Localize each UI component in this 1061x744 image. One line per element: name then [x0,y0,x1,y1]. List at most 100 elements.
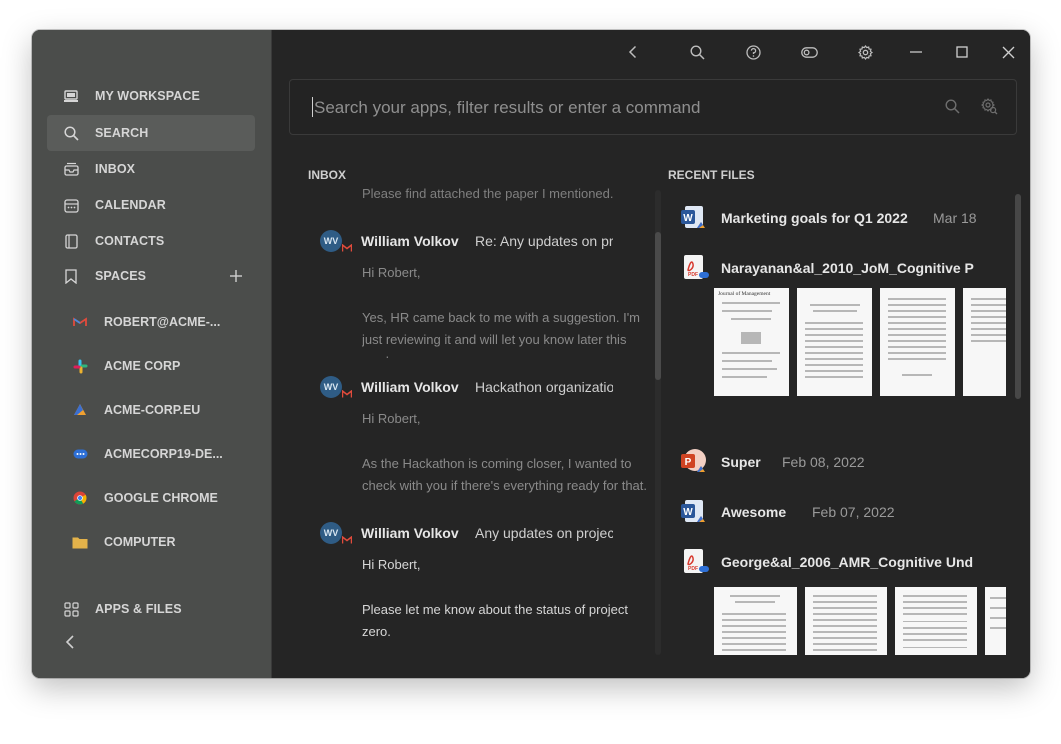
mail-sender: William Volkov [361,233,459,249]
mail-body-line: Hi Robert, [362,557,421,572]
sidebar-item-search[interactable]: SEARCH [47,115,255,151]
space-item-gmail[interactable]: ROBERT@ACME-... [72,304,262,340]
maximize-icon [956,46,968,58]
back-button[interactable] [623,42,643,62]
file-item[interactable]: P Super Feb 08, 2022 [676,448,1006,476]
mail-body: Hi Robert, As the Hackathon is coming cl… [362,408,647,504]
page-thumbnail[interactable] [963,288,1006,396]
page-thumbnail[interactable] [895,587,977,655]
page-thumbnail[interactable] [714,587,797,655]
file-preview-strip [714,587,1006,655]
inbox-scrollbar[interactable] [655,232,661,380]
chrome-icon [72,490,88,506]
space-item-acmecorp19[interactable]: ACMECORP19-DE... [72,436,262,472]
workspace-icon [63,88,79,104]
page-thumbnail[interactable] [797,288,872,396]
page-thumbnail[interactable] [985,587,1006,655]
list-item[interactable]: WV William Volkov Re: Any updates on pro… [320,230,648,358]
mail-subject: Any updates on project zero? [475,525,613,541]
page-thumbnail[interactable]: Journal of Management [714,288,789,396]
help-button[interactable] [743,42,763,62]
space-item-google-chrome[interactable]: GOOGLE CHROME [72,480,262,516]
contacts-icon [63,233,79,249]
page-thumbnail[interactable] [880,288,955,396]
svg-text:PDF: PDF [688,272,698,278]
file-preview-strip: Journal of Management [714,288,1006,396]
svg-text:W: W [683,507,693,518]
sidebar-item-calendar[interactable]: CALENDAR [47,187,255,223]
thumbnail-title: Journal of Management [718,291,771,297]
search-input[interactable] [312,95,916,121]
svg-text:PDF: PDF [688,566,698,572]
svg-text:P: P [685,457,692,468]
file-name: Narayanan&al_2010_JoM_Cognitive P [721,260,974,276]
list-item[interactable]: WV William Volkov Hackathon organization… [320,376,648,504]
space-item-label: ROBERT@ACME-... [104,315,221,329]
sidebar-item-label: CONTACTS [95,234,165,248]
sidebar-item-my-workspace[interactable]: MY WORKSPACE [47,78,255,114]
chat-icon [72,446,88,462]
search-submit-icon[interactable] [945,99,961,115]
space-item-acme-corp[interactable]: ACME CORP [72,348,262,384]
mail-sender: William Volkov [361,525,459,541]
inbox-list: Please find attached the paper I mention… [308,186,648,656]
mail-subject: Re: Any updates on project zero? [475,233,613,249]
space-item-computer[interactable]: COMPUTER [72,524,262,560]
add-space-icon[interactable] [228,268,244,284]
recent-files-list: W Marketing goals for Q1 2022 Mar 18 PDF… [676,190,1006,655]
space-item-label: ACMECORP19-DE... [104,447,223,461]
sidebar-item-inbox[interactable]: INBOX [47,151,255,187]
sidebar: MY WORKSPACE SEARCH INBOX CALENDAR CONTA… [32,30,272,678]
list-item[interactable]: WV William Volkov Any updates on project… [320,522,648,656]
gmail-icon [342,244,352,252]
sidebar-item-apps-files[interactable]: APPS & FILES [47,591,255,627]
mail-body-line: Hi Robert, [362,265,421,280]
collapse-sidebar-icon[interactable] [62,634,78,650]
close-button[interactable] [998,42,1018,62]
mail-body: Hi Robert, Please let me know about the … [362,554,647,656]
mail-body-line: Yes, HR came back to me with a suggestio… [362,310,641,358]
sidebar-item-contacts[interactable]: CONTACTS [47,223,255,259]
file-name: Awesome [721,504,787,520]
file-item[interactable]: PDF Narayanan&al_2010_JoM_Cognitive P [676,254,1006,282]
pdf-icon: PDF [684,255,709,279]
gmail-icon [342,536,352,544]
recent-files-scrollbar[interactable] [1015,194,1021,399]
file-name: Marketing goals for Q1 2022 [721,210,908,226]
search-button[interactable] [687,42,707,62]
search-settings-icon[interactable] [981,98,999,116]
toggle-icon [800,46,818,58]
chevron-left-icon [628,45,637,59]
file-item[interactable]: W Marketing goals for Q1 2022 Mar 18 [676,204,1006,232]
avatar: WV [320,376,342,398]
file-item[interactable]: PDF George&al_2006_AMR_Cognitive Und [676,548,1006,576]
mail-body-line: Please let me know about the status of p… [362,602,628,639]
space-item-acme-corp-eu[interactable]: ACME-CORP.EU [72,392,262,428]
minimize-button[interactable] [906,42,926,62]
page-thumbnail[interactable] [805,587,887,655]
sidebar-item-spaces[interactable]: SPACES [47,258,255,294]
main-panel: INBOX Please find attached the paper I m… [272,30,1030,678]
mail-preview-fragment: Please find attached the paper I mention… [362,186,614,201]
file-date: Feb 07, 2022 [812,504,895,520]
file-item[interactable]: W Awesome Feb 07, 2022 [676,498,1006,526]
app-window: MY WORKSPACE SEARCH INBOX CALENDAR CONTA… [32,30,1030,678]
minimize-icon [910,51,922,53]
sidebar-item-label: SEARCH [95,126,149,140]
close-icon [1002,46,1014,58]
space-item-label: COMPUTER [104,535,176,549]
bookmark-icon [63,268,79,284]
folder-icon [72,534,88,550]
help-icon [745,44,761,60]
cloud-drive-icon [72,402,88,418]
maximize-button[interactable] [952,42,972,62]
file-date: Mar 18 [933,210,977,226]
powerpoint-icon: P [681,449,706,472]
file-name: Super [721,454,761,470]
svg-text:W: W [683,213,693,224]
toggle-button[interactable] [799,42,819,62]
sidebar-item-label: INBOX [95,162,136,176]
mail-sender: William Volkov [361,379,459,395]
inbox-icon [63,161,79,177]
settings-button[interactable] [855,42,875,62]
